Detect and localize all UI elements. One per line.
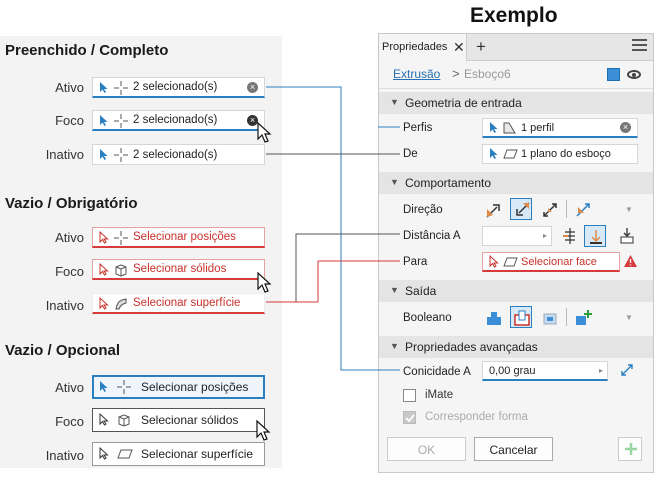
connector-lines [266,86,400,371]
